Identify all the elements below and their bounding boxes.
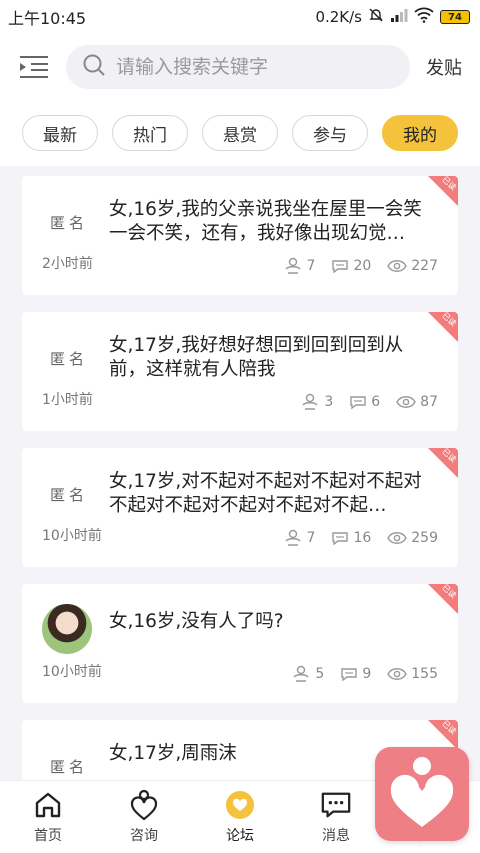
post-title: 女,16岁,没有人了吗?	[109, 611, 284, 632]
post-card[interactable]: 已读 匿名 女,17岁,对不起对不起对不起对不起对不起对不起对不起对不起对不起……	[22, 448, 458, 567]
floating-heart-button[interactable]	[375, 747, 469, 841]
view-stat: 227	[387, 258, 438, 274]
comment-stat[interactable]: 16	[331, 530, 371, 546]
tab-hot[interactable]: 热门	[112, 115, 188, 151]
eye-icon	[387, 668, 408, 680]
view-count: 259	[411, 530, 438, 546]
search-header: 发贴	[0, 34, 480, 100]
like-count: 5	[315, 666, 325, 682]
author-name: 匿名	[50, 486, 89, 504]
forum-icon	[224, 789, 256, 821]
mute-bell-icon	[368, 7, 384, 27]
comment-count: 9	[362, 666, 372, 682]
view-stat: 259	[387, 530, 438, 546]
wifi-icon	[414, 7, 434, 27]
post-stats: 5 9 155	[291, 665, 438, 683]
view-stat: 155	[387, 666, 438, 682]
comment-count: 20	[353, 258, 372, 274]
eye-icon	[387, 532, 408, 544]
home-icon	[32, 789, 64, 821]
search-bar[interactable]	[66, 45, 410, 89]
eye-icon	[396, 396, 416, 408]
comment-count: 6	[371, 394, 381, 410]
comment-icon	[341, 668, 358, 682]
menu-icon[interactable]	[18, 53, 50, 81]
post-card[interactable]: 已读 匿名 女,16岁,我的父亲说我坐在屋里一会笑一会不笑，还有，我好像出现幻觉…	[22, 176, 458, 295]
post-title: 女,17岁,我好想好想回到回到回到从前，这样就有人陪我	[109, 335, 404, 380]
like-count: 7	[306, 530, 316, 546]
tab-bounty[interactable]: 悬赏	[202, 115, 278, 151]
network-speed: 0.2K/s	[315, 8, 362, 26]
hug-icon	[302, 393, 318, 410]
like-stat[interactable]: 5	[291, 665, 324, 683]
post-card[interactable]: 已读 匿名 女,17岁,我好想好想回到回到回到从前，这样就有人陪我 1小时前 3…	[22, 312, 458, 431]
post-time: 1小时前	[42, 392, 93, 408]
status-bar: 上午10:45 0.2K/s 74	[0, 0, 480, 34]
view-count: 155	[411, 666, 438, 682]
post-time: 2小时前	[42, 256, 93, 272]
author-name: 匿名	[50, 350, 89, 368]
consult-icon	[128, 789, 160, 821]
comment-icon	[332, 260, 349, 274]
post-stats: 3 6 87	[300, 393, 438, 411]
comment-icon	[350, 396, 366, 410]
tab-mine[interactable]: 我的	[382, 115, 458, 151]
new-post-button[interactable]: 发贴	[426, 54, 462, 80]
signal-icon	[390, 8, 408, 26]
author-name: 匿名	[50, 758, 89, 776]
author-name: 匿名	[50, 214, 89, 232]
comment-count: 16	[353, 530, 372, 546]
hug-icon	[284, 529, 301, 546]
post-title: 女,17岁,对不起对不起对不起对不起对不起对不起对不起对不起对不起…	[109, 471, 422, 516]
eye-icon	[387, 260, 408, 272]
nav-messages[interactable]: 消息	[288, 781, 384, 853]
like-stat[interactable]: 3	[300, 393, 333, 411]
like-count: 7	[306, 258, 316, 274]
search-icon	[82, 53, 106, 81]
post-stats: 7 20 227	[283, 257, 438, 275]
like-count: 3	[324, 394, 334, 410]
tab-latest[interactable]: 最新	[22, 115, 98, 151]
post-card[interactable]: 已读 女,16岁,没有人了吗? 10小时前 5 9 155	[22, 584, 458, 703]
filter-tabs: 最新 热门 悬赏 参与 我的	[0, 100, 480, 166]
heart-person-icon	[387, 755, 457, 833]
status-time: 上午10:45	[8, 9, 87, 28]
hug-icon	[284, 257, 301, 274]
status-indicators: 0.2K/s 74	[315, 7, 470, 27]
message-icon	[320, 789, 352, 821]
nav-consult[interactable]: 咨询	[96, 781, 192, 853]
view-stat: 87	[396, 394, 438, 410]
hug-icon	[293, 665, 310, 682]
view-count: 87	[420, 394, 438, 410]
nav-messages-label: 消息	[322, 828, 350, 844]
post-time: 10小时前	[42, 664, 102, 680]
nav-forum-label: 论坛	[226, 828, 254, 844]
like-stat[interactable]: 7	[283, 257, 316, 275]
post-title: 女,16岁,我的父亲说我坐在屋里一会笑一会不笑，还有，我好像出现幻觉…	[109, 199, 422, 244]
avatar[interactable]	[42, 604, 92, 654]
tab-joined[interactable]: 参与	[292, 115, 368, 151]
search-input[interactable]	[116, 56, 394, 78]
post-stats: 7 16 259	[283, 529, 438, 547]
post-list[interactable]: 已读 匿名 女,16岁,我的父亲说我坐在屋里一会笑一会不笑，还有，我好像出现幻觉…	[0, 176, 480, 780]
comment-stat[interactable]: 6	[349, 394, 380, 410]
nav-consult-label: 咨询	[130, 828, 158, 844]
comment-stat[interactable]: 20	[331, 258, 371, 274]
like-stat[interactable]: 7	[283, 529, 316, 547]
battery-icon: 74	[440, 10, 470, 24]
post-time: 10小时前	[42, 528, 102, 544]
nav-home-label: 首页	[34, 828, 62, 844]
nav-home[interactable]: 首页	[0, 781, 96, 853]
comment-stat[interactable]: 9	[340, 666, 371, 682]
comment-icon	[332, 532, 349, 546]
view-count: 227	[411, 258, 438, 274]
nav-forum[interactable]: 论坛	[192, 781, 288, 853]
